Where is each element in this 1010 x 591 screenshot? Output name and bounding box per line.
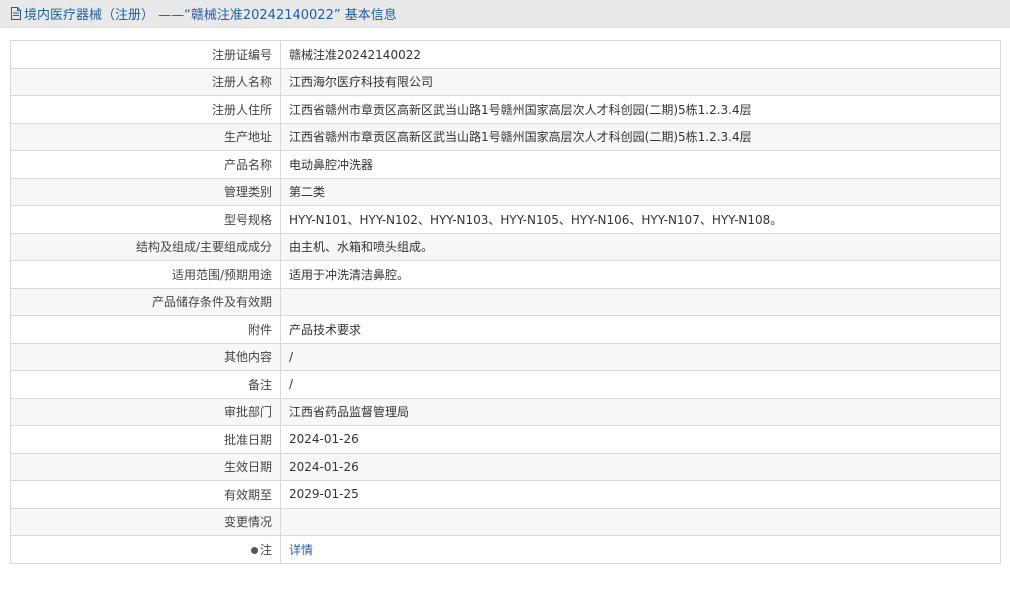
info-table: 注册证编号 赣械注准20242140022 注册人名称 江西海尔医疗科技有限公司… [10,40,1001,564]
row-value: 江西省药品监督管理局 [280,397,1001,426]
row-label: 有效期至 [10,480,281,509]
row-label: 产品储存条件及有效期 [10,287,281,316]
row-value: HYY-N101、HYY-N102、HYY-N103、HYY-N105、HYY-… [280,205,1001,234]
row-value [280,507,1001,536]
row-value: 电动鼻腔冲洗器 [280,150,1001,179]
row-label: 结构及组成/主要组成成分 [10,232,281,261]
table-row: 附件 产品技术要求 [10,315,1001,344]
table-row: 变更情况 [10,507,1001,536]
row-value: 第二类 [280,177,1001,206]
table-row: 生产地址 江西省赣州市章贡区高新区武当山路1号赣州国家高层次人才科创园(二期)5… [10,122,1001,151]
row-label: 注册证编号 [10,40,281,69]
note-value-cell: 详情 [280,535,1001,564]
row-label: 审批部门 [10,397,281,426]
row-value: 江西海尔医疗科技有限公司 [280,67,1001,96]
row-label: 备注 [10,370,281,399]
row-label: 批准日期 [10,425,281,454]
bullet-icon [250,546,258,554]
row-label: 附件 [10,315,281,344]
row-value: 适用于冲洗清洁鼻腔。 [280,260,1001,289]
row-value: 2024-01-26 [280,452,1001,481]
row-label: 管理类别 [10,177,281,206]
table-row-note: 注 详情 [10,535,1001,564]
page-header: 境内医疗器械（注册） ——“赣械注准20242140022” 基本信息 [0,0,1010,28]
document-icon [10,7,22,20]
row-label: 生效日期 [10,452,281,481]
table-row: 结构及组成/主要组成成分 由主机、水箱和喷头组成。 [10,232,1001,261]
table-row: 有效期至 2029-01-25 [10,480,1001,509]
details-link[interactable]: 详情 [289,543,313,557]
row-label: 生产地址 [10,122,281,151]
table-row: 型号规格 HYY-N101、HYY-N102、HYY-N103、HYY-N105… [10,205,1001,234]
table-row: 产品名称 电动鼻腔冲洗器 [10,150,1001,179]
table-row: 批准日期 2024-01-26 [10,425,1001,454]
row-value: / [280,370,1001,399]
row-label: 变更情况 [10,507,281,536]
table-row: 备注 / [10,370,1001,399]
row-value: 2029-01-25 [280,480,1001,509]
row-value: 赣械注准20242140022 [280,40,1001,69]
table-row: 注册人名称 江西海尔医疗科技有限公司 [10,67,1001,96]
row-value: / [280,342,1001,371]
note-label: 注 [259,542,272,557]
table-row: 注册人住所 江西省赣州市章贡区高新区武当山路1号赣州国家高层次人才科创园(二期)… [10,95,1001,124]
page-title: 境内医疗器械（注册） ——“赣械注准20242140022” 基本信息 [24,8,397,23]
note-label-cell: 注 [10,535,281,564]
row-label: 适用范围/预期用途 [10,260,281,289]
row-label: 型号规格 [10,205,281,234]
row-label: 产品名称 [10,150,281,179]
table-row: 审批部门 江西省药品监督管理局 [10,397,1001,426]
row-label: 其他内容 [10,342,281,371]
row-label: 注册人住所 [10,95,281,124]
row-label: 注册人名称 [10,67,281,96]
row-value: 2024-01-26 [280,425,1001,454]
row-value [280,287,1001,316]
row-value: 江西省赣州市章贡区高新区武当山路1号赣州国家高层次人才科创园(二期)5栋1.2.… [280,122,1001,151]
table-row: 生效日期 2024-01-26 [10,452,1001,481]
table-row: 适用范围/预期用途 适用于冲洗清洁鼻腔。 [10,260,1001,289]
table-row: 管理类别 第二类 [10,177,1001,206]
table-row: 产品储存条件及有效期 [10,287,1001,316]
row-value: 江西省赣州市章贡区高新区武当山路1号赣州国家高层次人才科创园(二期)5栋1.2.… [280,95,1001,124]
row-value: 由主机、水箱和喷头组成。 [280,232,1001,261]
table-row: 注册证编号 赣械注准20242140022 [10,40,1001,69]
table-row: 其他内容 / [10,342,1001,371]
row-value: 产品技术要求 [280,315,1001,344]
